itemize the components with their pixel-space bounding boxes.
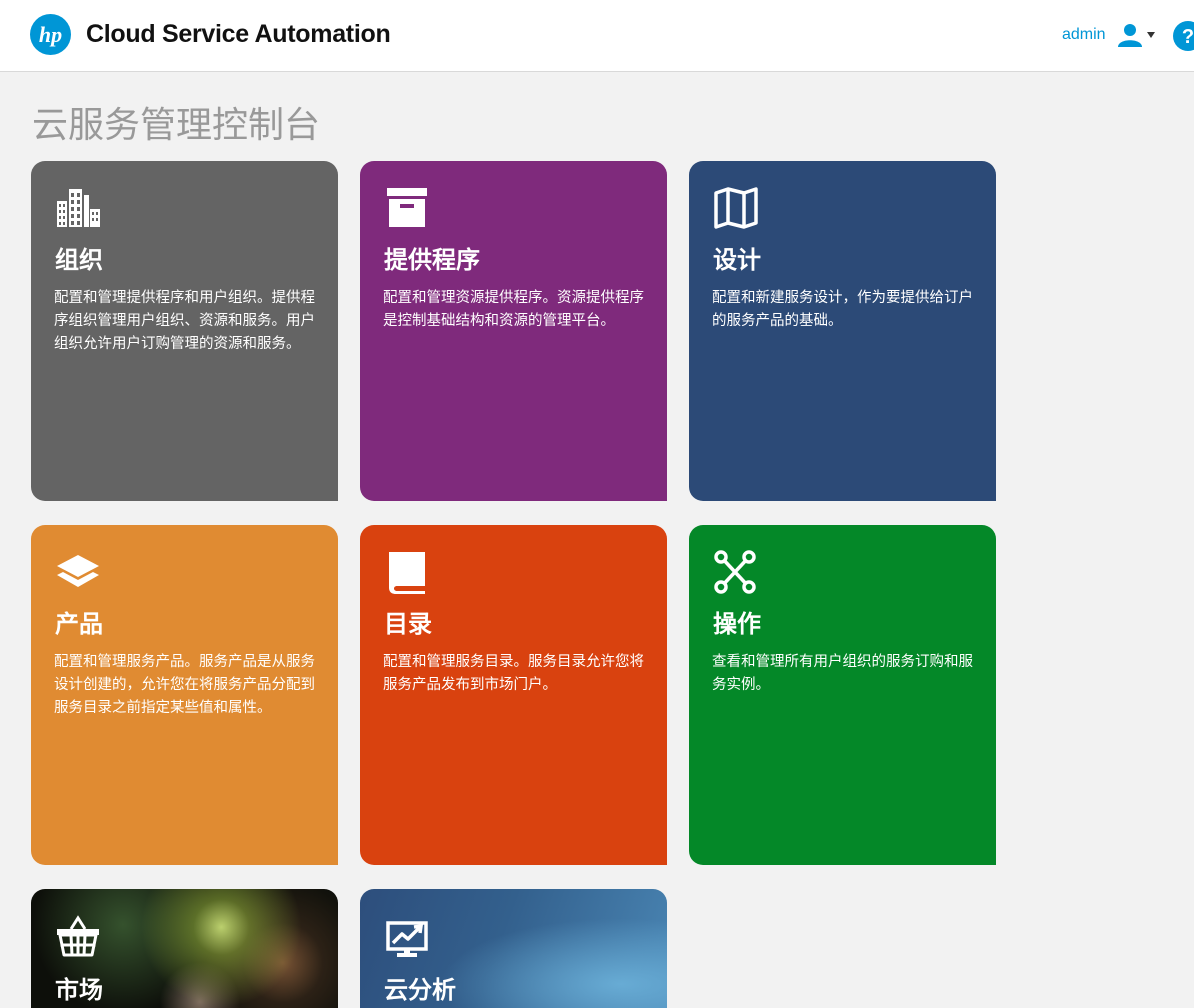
top-bar: hp Cloud Service Automation admin ?: [0, 0, 1194, 72]
tile-title: 云分析: [384, 975, 456, 1004]
user-icon[interactable]: [1117, 23, 1143, 47]
map-icon: [714, 187, 758, 229]
tile-marketplace[interactable]: 市场: [31, 889, 338, 1008]
tile-designs[interactable]: 设计 配置和新建服务设计，作为要提供给订户的服务产品的基础。: [689, 161, 996, 501]
hp-logo-icon[interactable]: hp: [30, 14, 71, 55]
user-name-link[interactable]: admin: [1062, 26, 1106, 44]
shopping-basket-icon: [57, 915, 99, 957]
tile-title: 设计: [713, 245, 761, 274]
svg-text:hp: hp: [39, 22, 62, 47]
tile-description: 配置和管理服务产品。服务产品是从服务设计创建的，允许您在将服务产品分配到服务目录…: [54, 654, 315, 716]
buildings-icon: [57, 189, 100, 227]
tile-cloud-analytics[interactable]: 云分析: [360, 889, 667, 1008]
tile-title: 组织: [55, 245, 103, 274]
svg-text:?: ?: [1182, 26, 1194, 48]
tile-description: 配置和新建服务设计，作为要提供给订户的服务产品的基础。: [712, 290, 973, 329]
analytics-chart-icon: [386, 921, 428, 957]
tile-title: 目录: [384, 609, 432, 638]
page-title: 云服务管理控制台: [32, 105, 321, 146]
tile-offerings[interactable]: 产品 配置和管理服务产品。服务产品是从服务设计创建的，允许您在将服务产品分配到服…: [31, 525, 338, 865]
tile-title: 提供程序: [384, 245, 480, 274]
tile-providers[interactable]: 提供程序 配置和管理资源提供程序。资源提供程序是控制基础结构和资源的管理平台。: [360, 161, 667, 501]
tile-title: 产品: [55, 609, 103, 638]
tile-catalogs[interactable]: 目录 配置和管理服务目录。服务目录允许您将服务产品发布到市场门户。: [360, 525, 667, 865]
tile-title: 市场: [55, 975, 103, 1004]
tile-description: 查看和管理所有用户组织的服务订购和服务实例。: [712, 654, 973, 693]
tile-operations[interactable]: 操作 查看和管理所有用户组织的服务订购和服务实例。: [689, 525, 996, 865]
help-icon[interactable]: ?: [1173, 21, 1194, 51]
tile-description: 配置和管理服务目录。服务目录允许您将服务产品发布到市场门户。: [383, 654, 644, 693]
tile-description: 配置和管理资源提供程序。资源提供程序是控制基础结构和资源的管理平台。: [383, 290, 644, 329]
network-nodes-icon: [714, 550, 756, 594]
user-menu: admin ?: [1054, 20, 1194, 52]
caret-down-icon[interactable]: [1147, 32, 1155, 38]
archive-box-icon: [387, 188, 427, 227]
tile-organizations[interactable]: 组织 配置和管理提供程序和用户组织。提供程序组织管理用户组织、资源和服务。用户组…: [31, 161, 338, 501]
app-title: Cloud Service Automation: [86, 20, 391, 48]
tile-description: 配置和管理提供程序和用户组织。提供程序组织管理用户组织、资源和服务。用户组织允许…: [54, 290, 315, 352]
layers-icon: [57, 555, 99, 587]
book-icon: [389, 552, 425, 594]
tile-title: 操作: [713, 609, 761, 638]
